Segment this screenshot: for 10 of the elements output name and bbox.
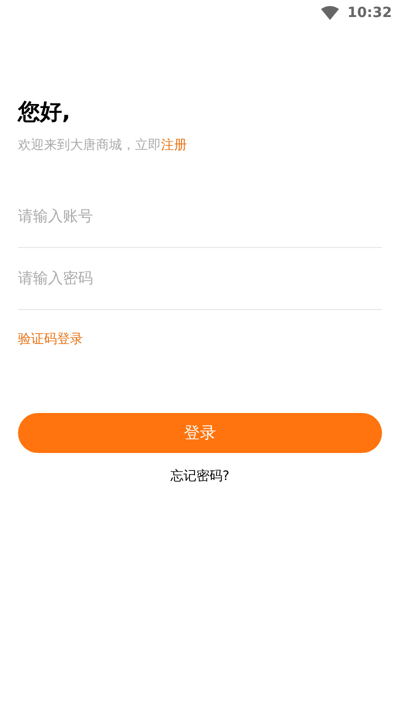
login-button[interactable]: 登录 xyxy=(18,413,382,453)
code-login-link[interactable]: 验证码登录 xyxy=(18,330,83,349)
account-field[interactable]: 请输入账号 xyxy=(18,186,382,248)
register-link[interactable]: 注册 xyxy=(161,138,187,153)
welcome-text: 欢迎来到大唐商城，立即注册 xyxy=(18,137,187,155)
status-time: 10:32 xyxy=(347,4,392,22)
greeting-heading: 您好, xyxy=(18,99,70,127)
forgot-password-link[interactable]: 忘记密码? xyxy=(170,467,230,486)
wifi-icon xyxy=(321,6,340,20)
password-field[interactable]: 请输入密码 xyxy=(18,248,382,310)
